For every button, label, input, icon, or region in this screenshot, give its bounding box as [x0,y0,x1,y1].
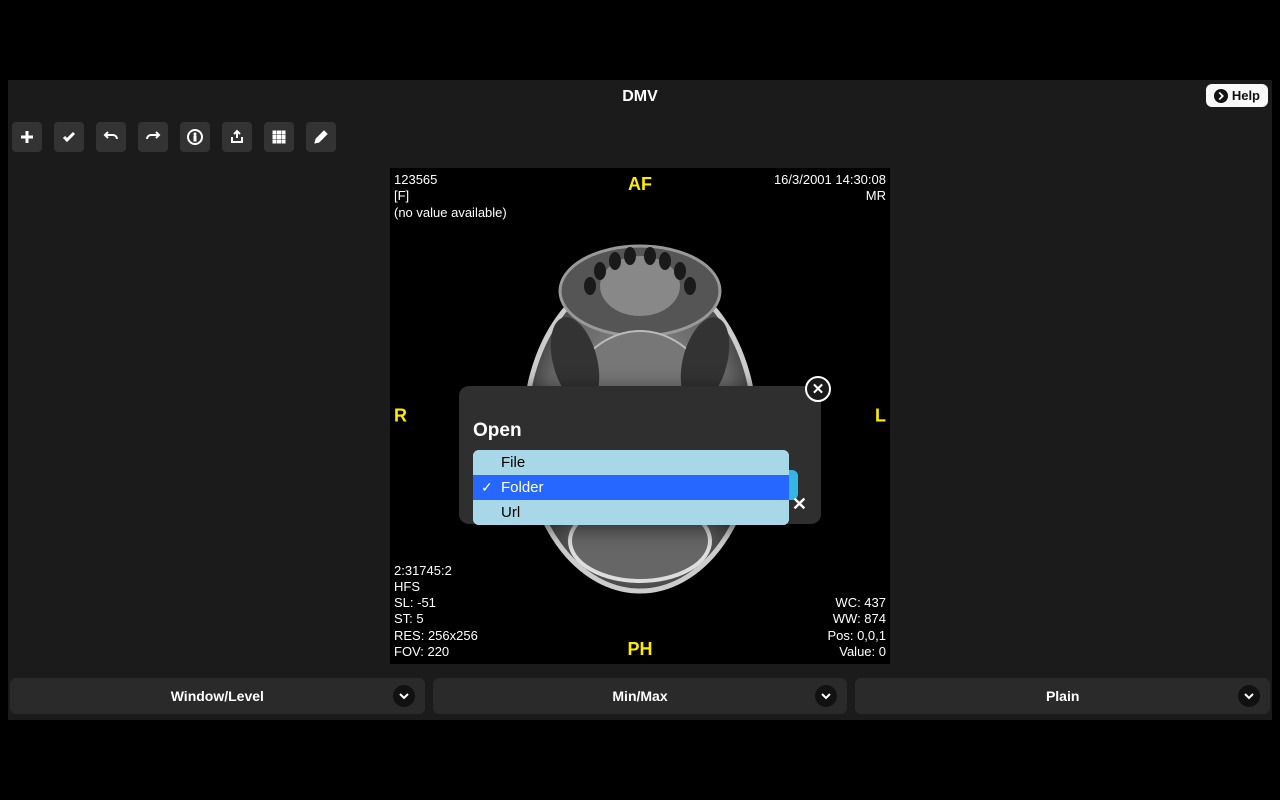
dialog-close-button[interactable]: ✕ [805,376,831,402]
dropdown-item-file[interactable]: File [473,450,789,475]
dialog-backdrop: ✕ Open File Folder Url Scegli file 20 fi… [8,80,1272,720]
close-icon: ✕ [792,494,807,514]
app-frame: DMV Help [8,80,1272,720]
dropdown-item-folder[interactable]: Folder [473,475,789,500]
file-clear-button[interactable]: ✕ [792,494,807,515]
dropdown-item-url[interactable]: Url [473,500,789,525]
open-dialog: ✕ Open File Folder Url Scegli file 20 fi… [459,386,821,524]
source-dropdown: File Folder Url [473,450,789,525]
close-icon: ✕ [812,380,825,398]
dialog-title: Open [473,420,807,442]
